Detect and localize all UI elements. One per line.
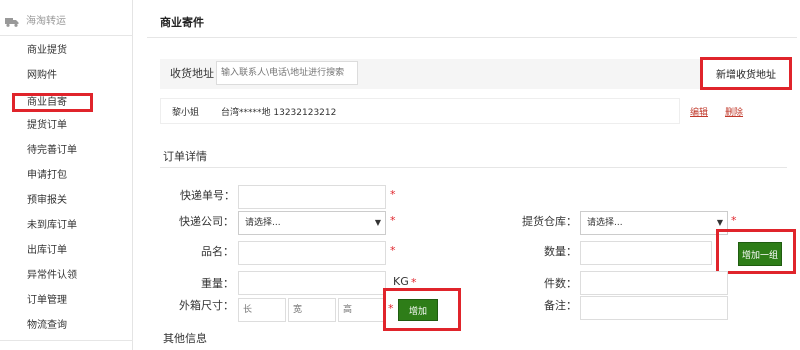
pieces-input[interactable]	[580, 271, 728, 295]
edit-address-link[interactable]: 编辑	[690, 105, 708, 118]
weight-unit: KG	[393, 275, 409, 288]
length-input[interactable]	[238, 298, 286, 322]
sidebar-header-label: 海淘转运	[26, 16, 66, 27]
required-mark: *	[390, 188, 396, 201]
sidebar-item-order-management[interactable]: 订单管理	[27, 293, 67, 309]
address-search-input[interactable]	[216, 61, 358, 85]
other-info-title: 其他信息	[163, 332, 207, 345]
tracking-number-label: 快递单号：	[180, 189, 235, 202]
divider	[160, 167, 787, 168]
order-details-title: 订单详情	[163, 150, 207, 163]
dropdown-arrow-icon: ▼	[374, 218, 381, 227]
sidebar-item-outbound-orders[interactable]: 出库订单	[27, 243, 67, 259]
sidebar-item-online-shopping[interactable]: 网购件	[27, 68, 57, 84]
add-size-button[interactable]: 增加	[398, 299, 438, 321]
product-name-input[interactable]	[238, 241, 386, 265]
sidebar-item-logistics-tracking[interactable]: 物流查询	[27, 318, 67, 334]
divider	[147, 37, 797, 38]
address-entry-detail: 台湾*****地 13232123212	[221, 108, 337, 118]
warehouse-select-value: 请选择...	[587, 218, 623, 228]
page-title: 商业寄件	[160, 16, 204, 29]
add-group-button[interactable]: 增加一组	[738, 242, 782, 266]
divider	[0, 340, 133, 341]
warehouse-select[interactable]: 请选择... ▼	[580, 211, 728, 235]
sidebar-item-customs-precheck[interactable]: 预审报关	[27, 193, 67, 209]
tracking-number-input[interactable]	[238, 185, 386, 209]
sidebar-item-commercial-self-ship[interactable]: 商业自寄	[12, 93, 93, 112]
width-input[interactable]	[288, 298, 336, 322]
sidebar: 海淘转运 商业提货 网购件 商业自寄 提货订单 待完善订单 申请打包 预审报关 …	[0, 0, 133, 350]
truck-icon	[5, 18, 19, 27]
quantity-label: 数量：	[544, 245, 577, 258]
sidebar-item-not-arrived-orders[interactable]: 未到库订单	[27, 218, 77, 234]
pieces-label: 件数：	[544, 277, 577, 290]
remark-input[interactable]	[580, 296, 728, 320]
required-mark: *	[390, 214, 396, 227]
box-size-label: 外箱尺寸：	[179, 299, 234, 312]
address-label: 收货地址	[170, 67, 214, 80]
courier-select[interactable]: 请选择... ▼	[238, 211, 386, 235]
sidebar-header[interactable]: 海淘转运	[0, 14, 133, 30]
sidebar-item-exception-claim[interactable]: 异常件认领	[27, 268, 77, 284]
required-mark: *	[731, 214, 737, 227]
quantity-input[interactable]	[580, 241, 712, 265]
courier-label: 快递公司：	[179, 215, 234, 228]
add-address-button[interactable]: 新增收货地址	[700, 57, 792, 90]
sidebar-item-commercial-pickup[interactable]: 商业提货	[27, 43, 67, 59]
height-input[interactable]	[338, 298, 386, 322]
sidebar-item-pickup-orders[interactable]: 提货订单	[27, 118, 67, 134]
courier-select-value: 请选择...	[245, 218, 281, 228]
divider	[0, 35, 133, 36]
sidebar-item-incomplete-orders[interactable]: 待完善订单	[27, 143, 77, 159]
delete-address-link[interactable]: 删除	[725, 105, 743, 118]
warehouse-label: 提货仓库：	[522, 215, 577, 228]
remark-label: 备注：	[544, 299, 577, 312]
weight-input[interactable]	[238, 271, 386, 295]
weight-label: 重量：	[201, 277, 234, 290]
required-mark: *	[390, 244, 396, 257]
sidebar-item-apply-packing[interactable]: 申请打包	[27, 168, 67, 184]
address-entry-name: 黎小姐	[172, 108, 200, 118]
product-name-label: 品名：	[201, 245, 234, 258]
